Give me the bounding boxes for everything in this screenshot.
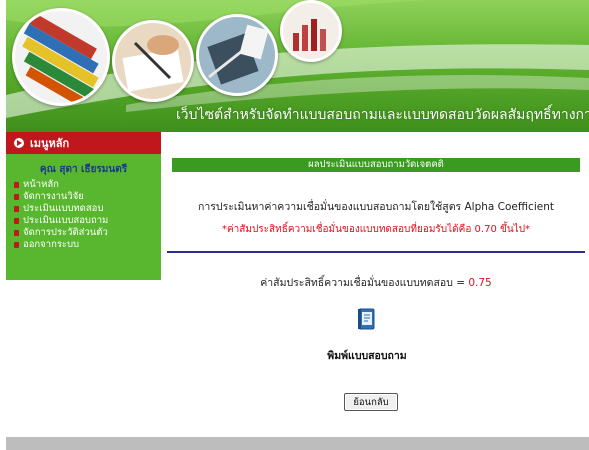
menu-bullet-icon	[14, 138, 24, 148]
acceptance-note: *ค่าสัมประสิทธิ์ความเชื่อมั่นของแบบทดสอบ…	[221, 224, 531, 235]
arrow-bullet-icon	[14, 182, 19, 188]
sidebar-item-label: หน้าหลัก	[23, 179, 59, 190]
header-banner: เว็บไซต์สำหรับจัดทำแบบสอบถามและแบบทดสอบว…	[6, 0, 589, 132]
sidebar-item-evaluate-questionnaire[interactable]: ประเมินแบบสอบถาม	[14, 215, 161, 227]
user-name: คุณ สุดา เธียรมนตรี	[39, 164, 128, 175]
arrow-bullet-icon	[14, 242, 19, 248]
printer-document-icon[interactable]	[357, 308, 377, 330]
sidebar-item-label: ออกจากระบบ	[23, 239, 80, 250]
main-menu-header: เมนูหลัก	[6, 132, 161, 154]
site-title: เว็บไซต์สำหรับจัดทำแบบสอบถามและแบบทดสอบว…	[176, 107, 589, 123]
sidebar-item-label: ประเมินแบบสอบถาม	[23, 215, 109, 226]
sidebar-item-manage-research[interactable]: จัดการงานวิจัย	[14, 191, 161, 203]
sidebar-item-label: ประเมินแบบทดสอบ	[23, 203, 104, 214]
banner-photo-writing	[112, 20, 194, 102]
sidebar-item-home[interactable]: หน้าหลัก	[14, 179, 161, 191]
method-description: การประเมินหาค่าความเชื่อมั่นของแบบสอบถาม…	[198, 201, 554, 213]
section-title-bar: ผลประเมินแบบสอบถามวัดเจตคติ	[172, 158, 580, 172]
sidebar-item-manage-profile[interactable]: จัดการประวัติส่วนตัว	[14, 227, 161, 239]
sidebar-item-label: จัดการงานวิจัย	[23, 191, 84, 202]
arrow-bullet-icon	[14, 194, 19, 200]
sidebar-item-label: จัดการประวัติส่วนตัว	[23, 227, 108, 238]
coefficient-result: ค่าสัมประสิทธิ์ความเชื่อมั่นของแบบทดสอบ …	[168, 274, 584, 291]
banner-photo-chart	[280, 0, 342, 62]
sidebar-menu: หน้าหลัก จัดการงานวิจัย ประเมินแบบทดสอบ …	[6, 179, 161, 251]
print-questionnaire-link[interactable]: พิมพ์แบบสอบถาม	[300, 347, 434, 364]
footer-bar	[6, 437, 589, 450]
coefficient-label: ค่าสัมประสิทธิ์ความเชื่อมั่นของแบบทดสอบ …	[260, 277, 466, 289]
banner-photo-calculator	[196, 14, 278, 96]
arrow-bullet-icon	[14, 230, 19, 236]
arrow-bullet-icon	[14, 218, 19, 224]
sidebar-item-logout[interactable]: ออกจากระบบ	[14, 239, 161, 251]
arrow-bullet-icon	[14, 206, 19, 212]
banner-photo-books	[12, 8, 110, 106]
main-menu-title: เมนูหลัก	[30, 137, 70, 150]
coefficient-value: 0.75	[468, 277, 492, 289]
back-button[interactable]: ย้อนกลับ	[344, 393, 398, 411]
sidebar: เมนูหลัก คุณ สุดา เธียรมนตรี หน้าหลัก จั…	[6, 132, 161, 280]
content-divider	[167, 251, 585, 253]
sidebar-item-evaluate-test[interactable]: ประเมินแบบทดสอบ	[14, 203, 161, 215]
